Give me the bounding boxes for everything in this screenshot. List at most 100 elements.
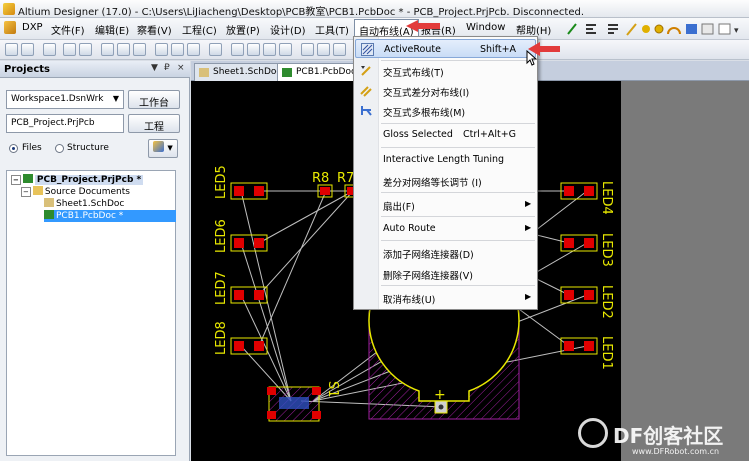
zoom-fit-icon[interactable] (101, 43, 114, 56)
collapse-icon[interactable]: − (11, 175, 21, 185)
menu-view[interactable]: 察看(V) (137, 22, 172, 37)
menu-separator (381, 123, 535, 124)
menu-item-interactive-route[interactable]: 交互式布线(T) (355, 61, 536, 80)
watermark-url: www.DFRobot.com.cn (632, 447, 720, 456)
label-led7: LED7 (214, 271, 229, 305)
project-options-button[interactable]: ▼ (148, 139, 178, 158)
print-preview-icon[interactable] (79, 43, 92, 56)
move-icon[interactable] (263, 43, 276, 56)
files-radio-label: Files (22, 143, 42, 153)
project-button[interactable]: 工程 (128, 114, 180, 133)
paste-icon[interactable] (187, 43, 200, 56)
menu-separator (381, 192, 535, 193)
autoroute-dropdown-menu: ActiveRoute Shift+A 交互式布线(T) 交互式差分对布线(I)… (353, 36, 538, 310)
dfrobot-logo-icon (578, 418, 608, 448)
tab-sheet1-schdoc[interactable]: Sheet1.SchDoc (194, 63, 289, 81)
menu-item-auto-route[interactable]: Auto Route ▶ (355, 219, 536, 238)
dxp-icon[interactable] (4, 21, 16, 34)
cut-icon[interactable] (155, 43, 168, 56)
rubber-stamp-icon[interactable] (209, 43, 222, 56)
submenu-arrow-icon: ▶ (525, 199, 532, 208)
menu-tools[interactable]: 工具(T) (315, 22, 349, 37)
menu-separator (381, 285, 535, 286)
label-s1: S1 (325, 381, 340, 398)
panel-menu-button[interactable]: ▼ (151, 63, 158, 73)
zoom-selected-icon[interactable] (133, 43, 146, 56)
chevron-down-icon: ▼ (112, 94, 119, 103)
led-right-group[interactable] (560, 182, 598, 355)
menu-help[interactable]: 帮助(H) (516, 22, 551, 37)
collapse-icon[interactable]: − (21, 187, 31, 197)
menu-item-activeroute[interactable]: ActiveRoute Shift+A (355, 39, 536, 58)
interactive-route-icon (361, 66, 371, 76)
workspace-button[interactable]: 工作台 (128, 90, 180, 109)
menu-item-diff-pair-length[interactable]: 差分对网络等长调节 (I) (355, 171, 536, 190)
panel-close-button[interactable]: × (177, 63, 185, 73)
menu-window[interactable]: Window (466, 22, 505, 33)
altium-logo-icon (3, 3, 15, 15)
workspace-select[interactable]: Workspace1.DsnWrk ▼ (6, 90, 124, 109)
menu-design[interactable]: 设计(D) (270, 22, 306, 37)
menu-file[interactable]: 文件(F) (51, 22, 85, 37)
switch-s1[interactable] (267, 386, 321, 422)
diff-pair-route-icon (360, 86, 372, 97)
menu-place[interactable]: 放置(P) (226, 22, 260, 37)
menu-item-remove-subnet-jumper[interactable]: 删除子网络连接器(V) (355, 264, 536, 283)
menu-item-fanout[interactable]: 扇出(F) ▶ (355, 195, 536, 214)
menu-item-diff-pair-route[interactable]: 交互式差分对布线(I) (355, 81, 536, 100)
files-radio[interactable] (9, 144, 18, 153)
project-field[interactable]: PCB_Project.PrjPcb (6, 114, 124, 133)
panel-header: Projects ▼ ₽ × (0, 61, 190, 78)
menu-item-gloss-selected[interactable]: Gloss Selected Ctrl+Alt+G (355, 125, 536, 144)
watermark-text: DF创客社区 (613, 424, 724, 448)
print-icon[interactable] (63, 43, 76, 56)
pcb-canvas-outside[interactable] (621, 81, 749, 461)
cross-probe-icon[interactable] (317, 43, 330, 56)
open-document-icon[interactable] (21, 43, 34, 56)
panel-pin-icon[interactable]: ₽ (164, 63, 170, 73)
menu-separator (381, 147, 535, 148)
placement-toolbar[interactable]: ▾ (562, 20, 749, 38)
label-led2: LED2 (599, 285, 614, 319)
select-area-icon[interactable] (231, 43, 244, 56)
menu-edit[interactable]: 编辑(E) (95, 22, 129, 37)
mouse-cursor-icon (526, 50, 538, 66)
panel-title: Projects (4, 64, 51, 75)
label-led6: LED6 (214, 219, 229, 253)
schematic-doc-icon (199, 68, 209, 77)
menu-item-multi-route[interactable]: 交互式多根布线(M) (355, 101, 536, 120)
label-led8: LED8 (214, 321, 229, 355)
menu-item-add-subnet-jumper[interactable]: 添加子网络连接器(D) (355, 243, 536, 262)
structure-radio-label: Structure (67, 143, 109, 153)
menu-item-unroute[interactable]: 取消布线(U) ▶ (355, 288, 536, 307)
svg-text:▾: ▾ (734, 26, 739, 36)
deselect-icon[interactable] (279, 43, 292, 56)
zoom-area-icon[interactable] (117, 43, 130, 56)
plus-sign: + (434, 387, 446, 403)
undo-icon[interactable] (333, 43, 346, 56)
multi-route-icon (361, 106, 372, 116)
label-led4: LED4 (599, 181, 614, 215)
title-bar: Altium Designer (17.0) - C:\Users\LiJiac… (0, 0, 749, 18)
tree-item-source-documents[interactable]: − Source Documents (21, 186, 130, 198)
new-document-icon[interactable] (5, 43, 18, 56)
menu-item-length-tuning[interactable]: Interactive Length Tuning (355, 150, 536, 169)
submenu-arrow-icon: ▶ (525, 292, 532, 301)
tree-item-project[interactable]: − PCB_Project.PrjPcb * (11, 174, 144, 186)
save-icon[interactable] (43, 43, 56, 56)
clear-filter-icon[interactable] (301, 43, 314, 56)
annotation-arrow-menu (406, 20, 440, 32)
menu-dxp[interactable]: DXP (22, 22, 43, 33)
folder-options-icon (153, 141, 165, 152)
menu-separator (381, 216, 535, 217)
menu-project[interactable]: 工程(C) (182, 22, 217, 37)
schematic-doc-icon (44, 198, 54, 207)
copy-icon[interactable] (171, 43, 184, 56)
tree-item-schdoc[interactable]: Sheet1.SchDoc (44, 198, 124, 210)
pcb-doc-icon (44, 210, 54, 219)
select-icon[interactable] (247, 43, 260, 56)
label-led3: LED3 (599, 233, 614, 267)
structure-radio[interactable] (55, 144, 64, 153)
tree-item-pcbdoc[interactable]: PCB1.PcbDoc * (44, 210, 176, 222)
label-led5: LED5 (214, 165, 229, 199)
